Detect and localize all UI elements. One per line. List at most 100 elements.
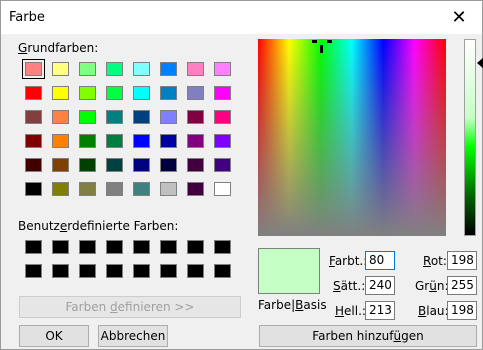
lum-label: Hell.: — [335, 304, 366, 318]
basic-color-swatch[interactable] — [187, 134, 204, 148]
custom-color-swatch[interactable] — [79, 264, 96, 278]
basic-color-swatch[interactable] — [52, 110, 69, 124]
basic-color-swatch[interactable] — [133, 158, 150, 172]
basic-color-swatch[interactable] — [214, 158, 231, 172]
basic-color-swatch[interactable] — [79, 134, 96, 148]
basic-color-swatch[interactable] — [214, 86, 231, 100]
custom-color-swatch[interactable] — [79, 240, 96, 254]
basic-color-swatch[interactable] — [106, 110, 123, 124]
basic-color-swatch[interactable] — [22, 59, 45, 79]
basic-color-swatch[interactable] — [79, 182, 96, 196]
custom-color-swatch[interactable] — [214, 264, 231, 278]
sat-label-accel: S — [333, 279, 341, 293]
custom-color-swatch[interactable] — [133, 264, 150, 278]
define-custom-colors-button[interactable]: Farben definieren >> — [19, 296, 241, 318]
custom-color-swatch[interactable] — [160, 264, 177, 278]
basic-color-swatch[interactable] — [160, 110, 177, 124]
lum-field[interactable]: 213 — [365, 301, 395, 320]
custom-color-swatch[interactable] — [52, 240, 69, 254]
basic-color-swatch[interactable] — [160, 182, 177, 196]
basic-colors-label: Grundfarben: — [18, 41, 98, 55]
basic-color-swatch[interactable] — [160, 86, 177, 100]
basic-color-swatch[interactable] — [52, 182, 69, 196]
custom-color-swatch[interactable] — [214, 240, 231, 254]
add-button-accel: ü — [393, 329, 402, 343]
red-label: Rot: — [423, 254, 447, 268]
crosshair-icon — [312, 40, 332, 53]
basic-color-swatch[interactable] — [106, 134, 123, 148]
add-to-custom-colors-button[interactable]: Farben hinzufügen — [259, 325, 477, 347]
arrow-left-icon[interactable] — [477, 57, 483, 69]
basic-color-swatch[interactable] — [133, 134, 150, 148]
red-field[interactable]: 198 — [447, 251, 477, 270]
basic-color-swatch[interactable] — [79, 110, 96, 124]
basic-colors-label-post: rundfarben: — [27, 41, 99, 55]
basic-color-swatch[interactable] — [25, 86, 42, 100]
basic-color-swatch[interactable] — [25, 110, 42, 124]
blue-field[interactable]: 198 — [447, 301, 477, 320]
blue-label-post: lau: — [426, 304, 449, 318]
basic-color-swatch[interactable] — [79, 86, 96, 100]
basic-color-swatch[interactable] — [133, 110, 150, 124]
basic-color-swatch[interactable] — [106, 62, 123, 76]
window-title: Farbe — [9, 10, 45, 25]
hue-label-post: arbt.: — [334, 254, 368, 268]
custom-color-swatch[interactable] — [106, 264, 123, 278]
ok-button[interactable]: OK — [19, 325, 89, 347]
green-field[interactable]: 255 — [447, 276, 477, 295]
basic-color-swatch[interactable] — [79, 62, 96, 76]
basic-color-swatch[interactable] — [160, 62, 177, 76]
sat-field[interactable]: 240 — [365, 276, 395, 295]
custom-color-swatch[interactable] — [187, 240, 204, 254]
basic-color-swatch[interactable] — [187, 62, 204, 76]
lum-label-accel: H — [335, 304, 345, 318]
custom-color-swatch[interactable] — [106, 240, 123, 254]
custom-color-swatch[interactable] — [25, 264, 42, 278]
custom-color-swatch[interactable] — [25, 240, 42, 254]
basic-color-swatch[interactable] — [214, 182, 231, 196]
basic-color-swatch[interactable] — [160, 134, 177, 148]
custom-colors-label-pre: Benutz — [18, 219, 60, 233]
color-spectrum[interactable] — [258, 39, 446, 236]
luminance-bar[interactable] — [464, 39, 476, 236]
basic-color-swatch[interactable] — [106, 182, 123, 196]
basic-color-swatch[interactable] — [187, 158, 204, 172]
custom-color-swatch[interactable] — [187, 264, 204, 278]
close-icon[interactable]: ✕ — [436, 1, 482, 34]
hue-label: Farbt.: — [329, 254, 367, 268]
custom-color-swatch[interactable] — [133, 240, 150, 254]
basic-color-swatch[interactable] — [106, 158, 123, 172]
basic-color-swatch[interactable] — [187, 182, 204, 196]
basic-color-swatch[interactable] — [25, 182, 42, 196]
basic-color-swatch[interactable] — [214, 134, 231, 148]
custom-color-swatch[interactable] — [52, 264, 69, 278]
basic-colors-label-accel: G — [18, 41, 28, 55]
basic-color-swatch[interactable] — [106, 86, 123, 100]
basic-color-swatch[interactable] — [187, 86, 204, 100]
basic-color-swatch[interactable] — [25, 134, 42, 148]
basic-color-swatch[interactable] — [133, 62, 150, 76]
red-label-post: ot: — [430, 254, 447, 268]
hue-field[interactable]: 80 — [365, 251, 395, 270]
title-bar: Farbe ✕ — [1, 1, 482, 34]
basic-color-swatch[interactable] — [52, 134, 69, 148]
define-button-post: efinieren >> — [117, 300, 195, 314]
custom-color-swatch[interactable] — [160, 240, 177, 254]
sat-label: Sätt.: — [333, 279, 365, 293]
basic-color-swatch[interactable] — [133, 86, 150, 100]
basic-color-swatch[interactable] — [214, 62, 231, 76]
basic-color-swatch[interactable] — [214, 110, 231, 124]
basic-color-swatch[interactable] — [160, 158, 177, 172]
add-button-pre: Farben hinzuf — [312, 329, 394, 343]
sat-label-post: ätt.: — [340, 279, 366, 293]
basic-color-swatch[interactable] — [79, 158, 96, 172]
basic-color-swatch[interactable] — [25, 158, 42, 172]
basic-color-swatch[interactable] — [52, 86, 69, 100]
basic-color-swatch[interactable] — [187, 110, 204, 124]
basic-color-swatch[interactable] — [133, 182, 150, 196]
basic-color-swatch[interactable] — [52, 158, 69, 172]
cancel-button[interactable]: Abbrechen — [98, 325, 168, 347]
basic-color-swatch[interactable] — [52, 62, 69, 76]
custom-colors-label-post: rdefinierte Farben: — [67, 219, 179, 233]
green-label-pre: Gr — [415, 279, 430, 293]
